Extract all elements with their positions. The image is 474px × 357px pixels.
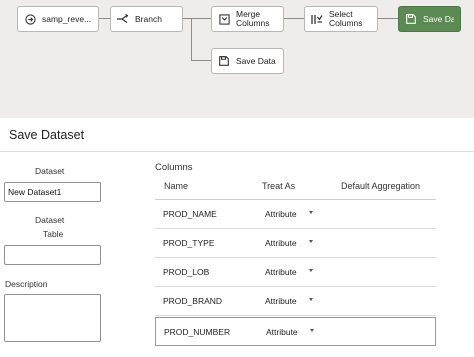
column-header-default-aggregation: Default Aggregation bbox=[341, 181, 421, 191]
connector bbox=[99, 18, 110, 19]
flow-node-label: Save Data bbox=[236, 56, 276, 66]
column-header-treat-as: Treat As bbox=[262, 181, 296, 191]
panel-title: Save Dataset bbox=[9, 128, 85, 142]
table-row[interactable]: PROD_TYPE Attribute bbox=[155, 229, 436, 258]
chevron-down-icon[interactable] bbox=[309, 240, 313, 243]
columns-title: Columns bbox=[155, 162, 193, 173]
save-icon bbox=[405, 13, 417, 25]
table-row[interactable]: PROD_LOB Attribute bbox=[155, 258, 436, 287]
column-name: PROD_NAME bbox=[163, 209, 217, 219]
flow-node-merge-columns[interactable]: Merge Columns bbox=[211, 6, 284, 32]
flow-node-source[interactable]: samp_reve... bbox=[17, 6, 99, 32]
flow-node-label: Select Columns bbox=[329, 10, 363, 28]
table-row[interactable]: PROD_NAME Attribute bbox=[155, 200, 436, 229]
column-header-name: Name bbox=[164, 181, 189, 191]
flow-canvas[interactable]: samp_reve... Branch Merge Columns Select… bbox=[0, 0, 474, 118]
connector bbox=[183, 18, 211, 19]
chevron-down-icon[interactable] bbox=[310, 329, 314, 332]
treat-as-dropdown[interactable]: Attribute bbox=[265, 296, 297, 306]
column-name: PROD_NUMBER bbox=[164, 327, 231, 337]
chevron-down-icon[interactable] bbox=[309, 269, 313, 272]
merge-columns-icon bbox=[218, 13, 230, 25]
branch-icon bbox=[117, 13, 129, 25]
chevron-down-icon[interactable] bbox=[309, 298, 313, 301]
flow-node-save-data-selected[interactable]: Save Data bbox=[398, 6, 461, 32]
select-columns-icon bbox=[311, 13, 323, 25]
flow-node-save-data[interactable]: Save Data bbox=[211, 48, 284, 74]
connector bbox=[191, 18, 192, 61]
treat-as-dropdown[interactable]: Attribute bbox=[265, 238, 297, 248]
chevron-down-icon[interactable] bbox=[309, 211, 313, 214]
table-row[interactable]: PROD_BRAND Attribute bbox=[155, 287, 436, 316]
column-name: PROD_LOB bbox=[163, 267, 210, 277]
dataset-name-input[interactable]: New Dataset1 bbox=[4, 182, 101, 202]
column-name: PROD_TYPE bbox=[163, 238, 215, 248]
circle-arrow-icon bbox=[24, 13, 36, 25]
flow-node-label: Save Data bbox=[423, 14, 454, 24]
treat-as-dropdown[interactable]: Attribute bbox=[265, 209, 297, 219]
flow-node-label: samp_reve... bbox=[42, 14, 92, 24]
save-icon bbox=[218, 55, 230, 67]
dataset-table-input[interactable] bbox=[4, 245, 101, 265]
dataset-label: Dataset bbox=[35, 166, 65, 176]
connector bbox=[378, 18, 398, 19]
flow-node-label: Merge Columns bbox=[236, 10, 270, 28]
table-label-line-1: Dataset bbox=[35, 215, 65, 225]
flow-node-select-columns[interactable]: Select Columns bbox=[304, 6, 378, 32]
divider bbox=[0, 151, 474, 152]
flow-node-label: Branch bbox=[135, 14, 162, 24]
connector bbox=[284, 18, 304, 19]
description-label: Description bbox=[5, 279, 48, 289]
column-name: PROD_BRAND bbox=[163, 296, 223, 306]
table-row-selected[interactable]: PROD_NUMBER Attribute bbox=[155, 317, 436, 346]
connector bbox=[191, 60, 211, 61]
description-textarea[interactable] bbox=[4, 294, 101, 342]
table-label-line-2: Table bbox=[43, 229, 64, 239]
treat-as-dropdown[interactable]: Attribute bbox=[266, 327, 298, 337]
flow-node-branch[interactable]: Branch bbox=[110, 6, 183, 32]
treat-as-dropdown[interactable]: Attribute bbox=[265, 267, 297, 277]
